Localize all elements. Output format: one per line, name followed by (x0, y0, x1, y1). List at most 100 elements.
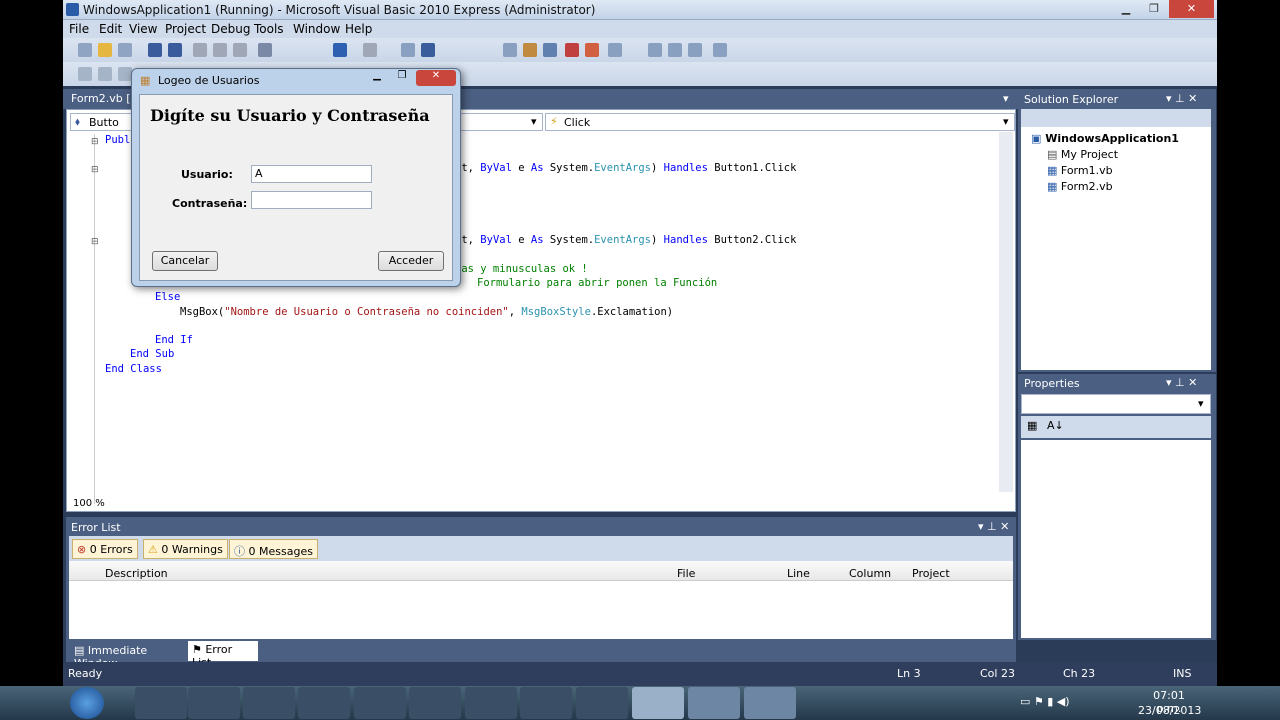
code-line[interactable]: ct, ByVal e As System.EventArgs) Handles… (455, 234, 796, 246)
object-browser-icon[interactable] (543, 43, 557, 57)
taskbar-app-mplayer[interactable] (135, 687, 187, 719)
taskbar-app-running[interactable] (744, 687, 796, 719)
error-list-icon[interactable] (585, 43, 599, 57)
errors-filter-button[interactable]: ⊗ 0 Errors (72, 539, 138, 559)
lightning-icon: ⚡ (550, 115, 558, 128)
stop-icon[interactable] (421, 43, 435, 57)
menu-tools[interactable]: Tools (254, 22, 284, 36)
vertical-scrollbar[interactable] (999, 132, 1013, 492)
tree-item-form1[interactable]: ▦ Form1.vb (1047, 164, 1113, 177)
code-line[interactable]: End If (155, 334, 193, 346)
categorized-icon[interactable]: ▦ (1027, 419, 1037, 432)
method-name-combo[interactable]: ⚡ Click ▾ (545, 113, 1015, 131)
tab-dropdown-icon[interactable]: ▾ (1003, 92, 1009, 105)
open-icon[interactable] (98, 43, 112, 57)
new-project-icon[interactable] (78, 43, 92, 57)
redo-icon[interactable] (363, 43, 377, 57)
column-line[interactable]: Line (787, 567, 810, 580)
menu-debug[interactable]: Debug (211, 22, 250, 36)
taskbar-app-warning[interactable] (243, 687, 295, 719)
save-all-icon[interactable] (168, 43, 182, 57)
code-line[interactable]: Else (155, 291, 180, 303)
code-line[interactable]: las y minusculas ok ! (455, 263, 588, 275)
tab-form2-vb[interactable]: Form2.vb [D (71, 92, 139, 105)
window-icon[interactable] (668, 43, 682, 57)
pin-icon[interactable]: ▾ ⊥ ✕ (1166, 376, 1197, 389)
taskbar-app-paw[interactable] (576, 687, 628, 719)
find-icon[interactable] (258, 43, 272, 57)
undo-icon[interactable] (333, 43, 347, 57)
taskbar-app-mplayer[interactable] (465, 687, 517, 719)
code-line[interactable]: MsgBox("Nombre de Usuario o Contraseña n… (180, 306, 673, 318)
column-column[interactable]: Column (849, 567, 891, 580)
outdent-icon[interactable] (78, 67, 92, 81)
menu-file[interactable]: File (69, 22, 89, 36)
accept-button[interactable]: Acceder (378, 251, 444, 271)
folder-icon[interactable] (632, 687, 684, 719)
properties-title: Properties (1024, 377, 1080, 390)
close-icon[interactable]: ✕ (1169, 0, 1214, 18)
tab-immediate-window[interactable]: ▤ Immediate Window (70, 642, 186, 670)
solution-explorer-icon[interactable] (503, 43, 517, 57)
code-line[interactable]: End Class (105, 363, 162, 375)
restore-icon[interactable]: ❐ (1141, 0, 1167, 18)
messages-filter-button[interactable]: ⓘ 0 Messages (229, 539, 318, 559)
user-field[interactable]: A (251, 165, 372, 183)
alphabetical-icon[interactable]: A↓ (1047, 419, 1064, 432)
solution-explorer-pane: Solution Explorer ▾ ⊥ ✕ ▣ WindowsApplica… (1018, 89, 1216, 372)
taskbar-app-notes[interactable] (520, 687, 572, 719)
password-field[interactable] (251, 191, 372, 209)
start-debug-icon[interactable] (401, 43, 415, 57)
chrome-icon[interactable] (354, 687, 406, 719)
close-icon[interactable]: ✕ (416, 70, 456, 86)
collapse-icon[interactable]: ⊟ (91, 165, 99, 175)
column-description[interactable]: Description (105, 567, 168, 580)
tree-item-solution[interactable]: ▣ WindowsApplication1 (1031, 132, 1179, 145)
taskbar-app-vb[interactable] (688, 687, 740, 719)
object-selector[interactable]: ▾ (1021, 394, 1211, 414)
tree-item-form2[interactable]: ▦ Form2.vb (1047, 180, 1113, 193)
paste-icon[interactable] (233, 43, 247, 57)
tab-error-list[interactable]: ⚑ Error List (188, 641, 258, 669)
code-line[interactable]: Publ (105, 134, 130, 146)
step-icon[interactable] (648, 43, 662, 57)
taskbar-app-messenger[interactable] (409, 687, 461, 719)
start-button[interactable] (70, 687, 104, 719)
indent-icon[interactable] (98, 67, 112, 81)
properties-icon[interactable] (523, 43, 537, 57)
taskbar-app-mplayer[interactable] (298, 687, 350, 719)
taskbar-app-mplayer[interactable] (188, 687, 240, 719)
menu-project[interactable]: Project (165, 22, 206, 36)
hex-icon[interactable] (688, 43, 702, 57)
cancel-button[interactable]: Cancelar (152, 251, 218, 271)
pin-icon[interactable]: ▾ ⊥ ✕ (978, 520, 1009, 533)
breakpoint-icon[interactable] (713, 43, 727, 57)
tray-icons[interactable]: ▭ ⚑ ▮ ◀) (1020, 695, 1070, 708)
collapse-icon[interactable]: ⊟ (91, 137, 99, 147)
save-icon[interactable] (148, 43, 162, 57)
add-item-icon[interactable] (118, 43, 132, 57)
code-line[interactable]: End Sub (130, 348, 174, 360)
warnings-filter-button[interactable]: ⚠ 0 Warnings (143, 539, 228, 559)
column-project[interactable]: Project (912, 567, 950, 580)
collapse-icon[interactable]: ⊟ (91, 237, 99, 247)
menu-edit[interactable]: Edit (99, 22, 122, 36)
toolbox-icon[interactable] (565, 43, 579, 57)
maximize-icon[interactable]: ❐ (390, 70, 414, 86)
code-line[interactable]: ct, ByVal e As System.EventArgs) Handles… (455, 162, 796, 174)
tree-item-my-project[interactable]: ▤ My Project (1047, 148, 1118, 161)
menu-view[interactable]: View (129, 22, 157, 36)
pointer-icon[interactable] (118, 67, 132, 81)
extension-icon[interactable] (608, 43, 622, 57)
clock-date[interactable]: 23/08/2013 (1138, 704, 1201, 717)
zoom-level[interactable]: 100 % (73, 498, 133, 512)
minimize-icon[interactable]: ▁ (365, 70, 389, 86)
cut-icon[interactable] (193, 43, 207, 57)
minimize-icon[interactable]: ▁ (1113, 0, 1139, 18)
menu-window[interactable]: Window (293, 22, 340, 36)
copy-icon[interactable] (213, 43, 227, 57)
menu-help[interactable]: Help (345, 22, 372, 36)
column-file[interactable]: File (677, 567, 695, 580)
code-line[interactable]: Formulario para abrir ponen la Función (477, 277, 717, 289)
pin-icon[interactable]: ▾ ⊥ ✕ (1166, 92, 1197, 105)
